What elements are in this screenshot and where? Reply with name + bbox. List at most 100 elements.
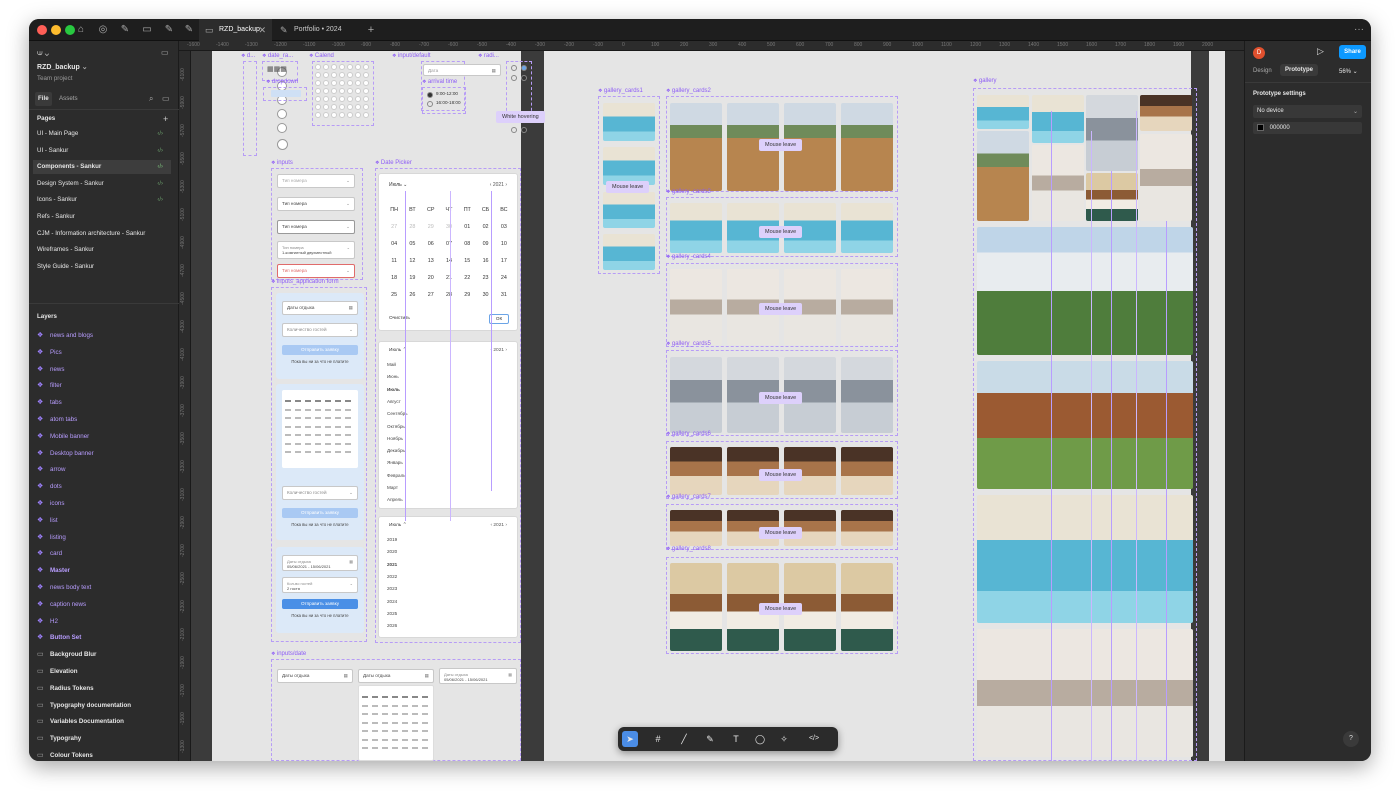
tab-design[interactable]: Design: [1253, 68, 1272, 74]
day-cell[interactable]: 25: [385, 287, 403, 304]
layer-item[interactable]: ❖ Desktop banner: [37, 447, 94, 461]
help-button[interactable]: ?: [1343, 731, 1359, 747]
layer-item[interactable]: ❖ list: [37, 514, 58, 528]
year-option[interactable]: 2021: [387, 562, 397, 567]
day-cell[interactable]: 12: [403, 253, 421, 270]
gallery-photo[interactable]: [1086, 95, 1138, 171]
gallery-photo[interactable]: [670, 510, 722, 546]
tab-rzd-backup[interactable]: ▭ RZD_backup ✕: [199, 19, 272, 41]
gallery-photo[interactable]: [841, 103, 893, 191]
layer-item[interactable]: ❖ atom tabs: [37, 413, 77, 427]
radio-sample[interactable]: [521, 127, 527, 133]
frame-label-d[interactable]: d...: [241, 53, 255, 59]
year-selector[interactable]: ‹ 2021 ›: [490, 348, 507, 353]
gallery-photo[interactable]: [670, 269, 722, 345]
device-select[interactable]: No device ⌄: [1253, 105, 1362, 118]
month-option[interactable]: Август: [387, 399, 401, 404]
radio-sample[interactable]: [521, 65, 527, 71]
input-room-type-4[interactable]: Тип номера 1-комнатный двухместный ⌄: [277, 241, 355, 259]
frame-label-gallery-cards4[interactable]: gallery_cards4: [666, 254, 711, 260]
gallery-photo[interactable]: [977, 95, 1029, 129]
layer-item[interactable]: ▭ Variables Documentation: [37, 715, 124, 729]
frame-tool-icon[interactable]: #: [650, 731, 666, 747]
gallery-photo[interactable]: [603, 192, 655, 228]
frame-label-radi[interactable]: radi...: [478, 53, 499, 59]
gallery-photo[interactable]: [1032, 145, 1084, 221]
frame-label-gallery-cards6[interactable]: gallery_cards6: [666, 431, 711, 437]
frame-label-gallery[interactable]: gallery: [973, 78, 997, 84]
mouse-leave-label[interactable]: Mouse leave: [759, 469, 803, 481]
mouse-leave-label[interactable]: Mouse leave: [759, 303, 803, 315]
radio-sample[interactable]: [511, 127, 517, 133]
library-icon[interactable]: ▭: [162, 92, 170, 106]
gallery-photo-hero[interactable]: [977, 495, 1193, 623]
background-color-field[interactable]: 000000: [1253, 122, 1362, 134]
year-selector-open[interactable]: ‹ 2021 ›: [490, 523, 507, 528]
globe-icon[interactable]: ◎: [95, 22, 111, 38]
white-hovering-label[interactable]: White hovering: [496, 111, 545, 123]
popup-datepicker[interactable]: [358, 685, 434, 761]
page-item[interactable]: Icons - Sankur ‹/›: [37, 193, 171, 207]
tab-prototype[interactable]: Prototype: [1280, 64, 1319, 76]
share-button[interactable]: Share: [1339, 45, 1366, 59]
pen-tool-icon[interactable]: ✎: [702, 731, 718, 747]
toggle-circle[interactable]: [277, 123, 287, 133]
gallery-photo[interactable]: [670, 203, 722, 253]
gallery-photo[interactable]: [670, 103, 722, 191]
dates-input[interactable]: Даты отдыха ▦: [282, 301, 358, 315]
gallery-photo-hero[interactable]: [977, 361, 1193, 489]
frame-label-gallery-cards7[interactable]: gallery_cards7: [666, 494, 711, 500]
frame-d[interactable]: [243, 61, 257, 156]
layer-item[interactable]: ❖ caption news: [37, 598, 86, 612]
page-item[interactable]: Style Guide - Sankur: [37, 260, 171, 274]
page-item[interactable]: Components - Sankur ‹/›: [33, 160, 171, 175]
mouse-leave-label[interactable]: Mouse leave: [759, 392, 803, 404]
gallery-photo[interactable]: [841, 203, 893, 253]
new-tab-button[interactable]: +: [363, 22, 379, 38]
page-item[interactable]: Wireframes - Sankur: [37, 243, 171, 257]
radio-sample[interactable]: [511, 75, 517, 81]
day-cell[interactable]: 29: [422, 219, 440, 236]
frame-label-gallery-cards5[interactable]: gallery_cards5: [666, 341, 711, 347]
day-cell[interactable]: 20: [422, 270, 440, 287]
gallery-photo[interactable]: [1140, 95, 1192, 131]
gallery-photo[interactable]: [977, 131, 1029, 221]
day-cell[interactable]: 27: [422, 287, 440, 304]
sidebar-toggle-icon[interactable]: ▭: [161, 46, 169, 60]
day-cell[interactable]: 31: [495, 287, 513, 304]
layer-item[interactable]: ▭ Typography documentation: [37, 699, 131, 713]
page-item[interactable]: Design System - Sankur ‹/›: [37, 177, 171, 191]
play-icon[interactable]: ▷: [1317, 46, 1324, 57]
gallery-photo[interactable]: [670, 357, 722, 433]
frame-label-gallery-cards8[interactable]: gallery_cards8: [666, 546, 711, 552]
layer-item[interactable]: ❖ news: [37, 363, 64, 377]
layer-item[interactable]: ❖ dots: [37, 480, 62, 494]
frame-label-gallery-cards1[interactable]: gallery_cards1: [598, 88, 643, 94]
day-cell[interactable]: 17: [495, 253, 513, 270]
day-cell[interactable]: 04: [385, 236, 403, 253]
guests-input[interactable]: Количество гостей ⌄: [282, 486, 358, 500]
year-selector[interactable]: ‹ 2021 ›: [490, 182, 507, 188]
gallery-photo[interactable]: [841, 357, 893, 433]
frame-label-input-default[interactable]: input/default: [392, 53, 431, 59]
day-cell[interactable]: 27: [385, 219, 403, 236]
frame-label-gallery-cards3[interactable]: gallery_cards3: [666, 189, 711, 195]
day-cell[interactable]: 08: [458, 236, 476, 253]
month-option[interactable]: Январь: [387, 460, 403, 465]
gallery-photo[interactable]: [1086, 173, 1138, 221]
page-item[interactable]: Refs - Sankur: [37, 210, 171, 224]
avatar[interactable]: D: [1253, 47, 1265, 59]
year-option[interactable]: 2024: [387, 599, 397, 604]
gallery-photo[interactable]: [841, 447, 893, 495]
day-cell[interactable]: 01: [458, 219, 476, 236]
layer-item[interactable]: ❖ icons: [37, 497, 64, 511]
comment-tool-icon[interactable]: ◯: [752, 731, 768, 747]
main-menu-icon[interactable]: ⟒ ⌄: [37, 46, 49, 60]
frame-radio[interactable]: [506, 61, 532, 116]
layer-item[interactable]: ❖ news and blogs: [37, 329, 93, 343]
layer-item[interactable]: ❖ Master: [37, 564, 70, 578]
month-selector[interactable]: Июль ⌄: [389, 182, 407, 188]
layer-item[interactable]: ▭ Backgroud Blur: [37, 648, 96, 662]
date-input-default[interactable]: Дата ▦: [423, 64, 501, 76]
frame-label-gallery-cards2[interactable]: gallery_cards2: [666, 88, 711, 94]
